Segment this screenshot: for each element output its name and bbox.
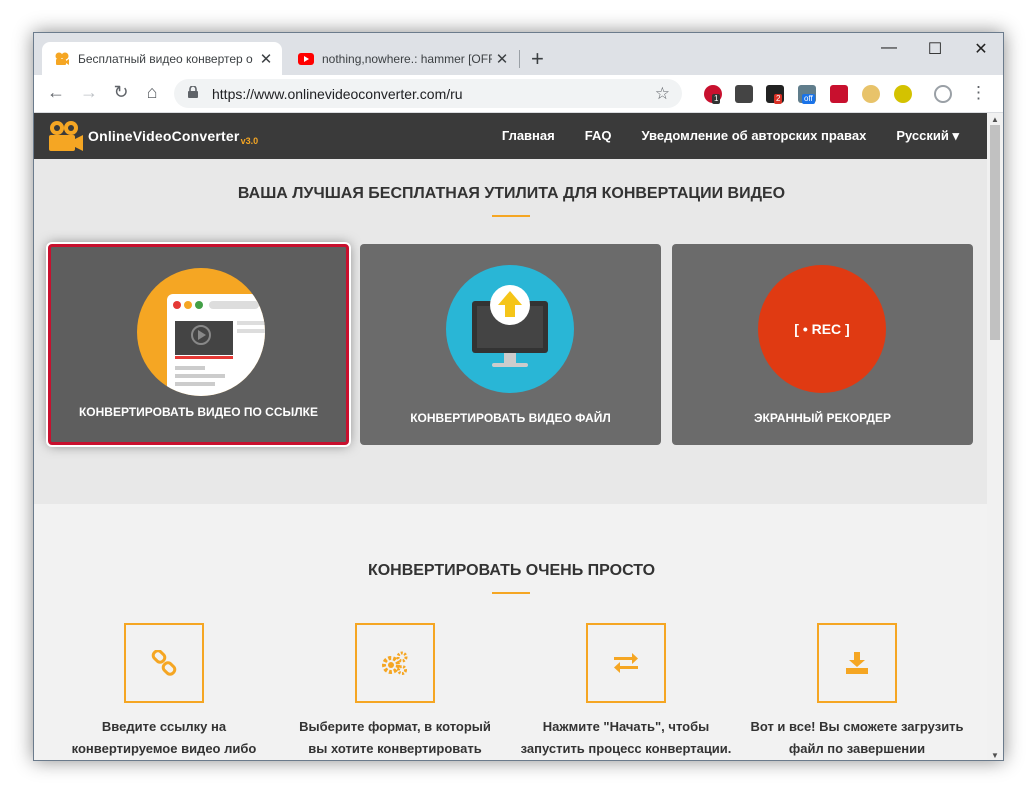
ovc-logo-icon xyxy=(48,120,84,152)
card-label: ЭКРАННЫЙ РЕКОРДЕР xyxy=(754,411,891,425)
new-tab-icon[interactable]: + xyxy=(531,46,544,72)
extension-4-icon[interactable]: off xyxy=(798,85,816,104)
nav-home-link[interactable]: Главная xyxy=(502,128,555,144)
page-content: OnlineVideoConverter v3.0 Главная FAQ Ув… xyxy=(34,113,989,760)
card-convert-link[interactable]: КОНВЕРТИРОВАТЬ ВИДЕО ПО ССЫЛКЕ xyxy=(48,244,349,445)
download-icon xyxy=(817,623,897,703)
hero-title-underline xyxy=(492,215,530,217)
browser-window: Бесплатный видео конвертер о ✕ nothing,n… xyxy=(33,32,1004,761)
hero-section: ВАША ЛУЧШАЯ БЕСПЛАТНАЯ УТИЛИТА ДЛЯ КОНВЕ… xyxy=(34,159,989,504)
tab-close-icon[interactable]: ✕ xyxy=(492,50,512,68)
card-label: КОНВЕРТИРОВАТЬ ВИДЕО ФАЙЛ xyxy=(410,411,611,425)
menu-kebab-icon[interactable]: ⋮ xyxy=(970,83,987,103)
scroll-up-icon[interactable]: ▲ xyxy=(991,115,999,124)
extension-1-icon[interactable]: 1 xyxy=(704,85,722,104)
lock-icon xyxy=(188,85,202,101)
steps-title-underline xyxy=(492,592,530,594)
tab-close-icon[interactable]: ✕ xyxy=(256,50,276,68)
scrollbar-thumb[interactable] xyxy=(990,125,1000,340)
minimize-icon[interactable]: — xyxy=(874,39,904,57)
extension-7-icon[interactable] xyxy=(894,85,912,103)
close-window-icon[interactable]: ✕ xyxy=(966,39,996,59)
step-4-text: Вот и все! Вы сможете загрузить файл по з… xyxy=(750,719,964,756)
gears-icon xyxy=(355,623,435,703)
extension-5-icon[interactable] xyxy=(830,85,848,103)
youtube-favicon-icon xyxy=(298,51,314,67)
rec-icon: [ • REC ] xyxy=(758,265,886,393)
maximize-icon[interactable]: ☐ xyxy=(920,39,950,59)
tab-title: Бесплатный видео конвертер о xyxy=(78,51,253,66)
extension-6-icon[interactable] xyxy=(862,85,880,103)
site-version: v3.0 xyxy=(240,136,259,146)
profile-avatar-icon[interactable] xyxy=(934,85,952,103)
tab-inactive[interactable]: nothing,nowhere.: hammer [OFFI ✕ xyxy=(286,42,518,75)
browser-video-icon xyxy=(137,268,265,396)
rec-text: [ • REC ] xyxy=(794,321,850,337)
address-bar[interactable]: https://www.onlinevideoconverter.com/ru … xyxy=(174,79,682,108)
swap-icon xyxy=(586,623,666,703)
card-label: КОНВЕРТИРОВАТЬ ВИДЕО ПО ССЫЛКЕ xyxy=(78,405,319,419)
back-icon[interactable]: ← xyxy=(44,82,68,103)
step-3-text: Нажмите "Начать", чтобы запустить процесс… xyxy=(520,719,732,756)
hero-title: ВАША ЛУЧШАЯ БЕСПЛАТНАЯ УТИЛИТА ДЛЯ КОНВЕ… xyxy=(237,185,786,202)
site-brand: OnlineVideoConverter xyxy=(88,128,240,144)
extension-2-icon[interactable] xyxy=(735,85,753,103)
url-text: https://www.onlinevideoconverter.com/ru xyxy=(212,85,463,102)
reload-icon[interactable]: ↻ xyxy=(109,82,133,103)
card-screen-recorder[interactable]: [ • REC ] ЭКРАННЫЙ РЕКОРДЕР xyxy=(672,244,973,445)
steps-title: КОНВЕРТИРОВАТЬ ОЧЕНЬ ПРОСТО xyxy=(367,562,656,579)
bookmark-star-icon[interactable]: ☆ xyxy=(655,84,670,104)
link-icon xyxy=(124,623,204,703)
forward-icon[interactable]: → xyxy=(77,82,101,103)
step-1-text: Введите ссылку на конвертируемое видео ли… xyxy=(71,719,257,756)
nav-copyright-link[interactable]: Уведомление об авторских правах xyxy=(641,128,866,144)
step-2-text: Выберите формат, в который вы хотите конв… xyxy=(299,719,491,756)
browser-toolbar: ← → ↻ ⌂ https://www.onlinevideoconverter… xyxy=(34,75,1003,113)
site-navbar: OnlineVideoConverter v3.0 Главная FAQ Ув… xyxy=(34,113,989,159)
site-nav-links: Главная FAQ Уведомление об авторских пра… xyxy=(502,128,989,144)
tab-separator xyxy=(519,50,520,68)
nav-language-dropdown[interactable]: Русский ▾ xyxy=(896,128,959,144)
tab-strip: Бесплатный видео конвертер о ✕ nothing,n… xyxy=(34,33,1003,75)
card-convert-file[interactable]: КОНВЕРТИРОВАТЬ ВИДЕО ФАЙЛ xyxy=(360,244,661,445)
nav-faq-link[interactable]: FAQ xyxy=(585,128,612,144)
tab-title: nothing,nowhere.: hammer [OFFI xyxy=(322,51,492,66)
site-logo[interactable]: OnlineVideoConverter v3.0 xyxy=(48,120,258,152)
monitor-upload-icon xyxy=(446,265,574,393)
ovc-favicon-icon xyxy=(54,51,70,67)
extension-3-icon[interactable]: 2 xyxy=(766,85,784,104)
page-scrollbar[interactable]: ▲ ▼ xyxy=(987,113,1003,760)
home-icon[interactable]: ⌂ xyxy=(140,82,164,103)
scroll-down-icon[interactable]: ▼ xyxy=(991,751,999,760)
tab-active[interactable]: Бесплатный видео конвертер о ✕ xyxy=(42,42,282,75)
